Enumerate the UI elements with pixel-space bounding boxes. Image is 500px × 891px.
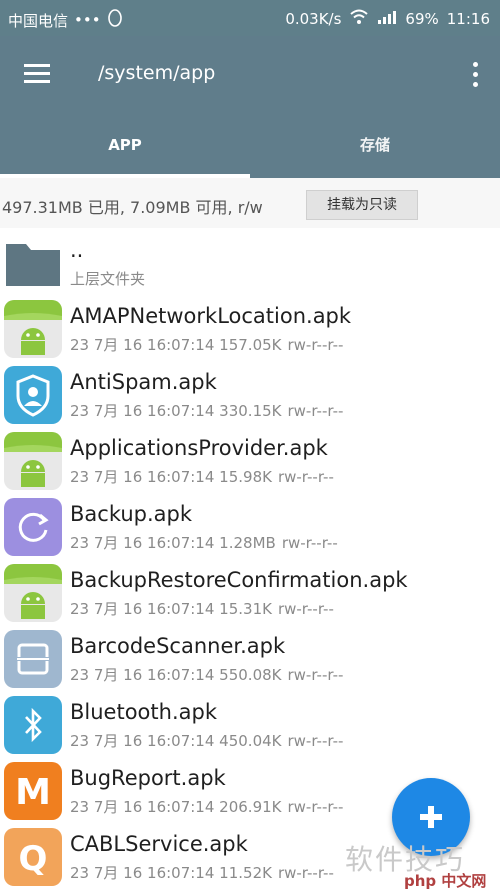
file-size: 550.08K <box>219 666 282 684</box>
backup-refresh-icon <box>4 498 62 556</box>
file-meta: 23 7月 16 16:07:14 11.52K rw-r--r-- <box>70 862 334 883</box>
wifi-icon <box>349 9 369 29</box>
carrier-label: 中国电信 <box>8 11 69 30</box>
list-item[interactable]: AntiSpam.apk 23 7月 16 16:07:14 330.15K rw… <box>0 362 500 428</box>
file-name: ApplicationsProvider.apk <box>70 436 328 460</box>
mount-readonly-button[interactable]: 挂载为只读 <box>306 190 418 220</box>
storage-info-bar: 497.31MB 已用, 7.09MB 可用, r/w 挂载为只读 <box>0 178 500 228</box>
file-date: 23 7月 16 16:07:14 <box>70 402 215 420</box>
tab-storage[interactable]: 存储 <box>250 112 500 178</box>
file-permissions: rw-r--r-- <box>277 468 334 486</box>
more-vert-icon[interactable] <box>468 60 482 90</box>
file-size: 330.15K <box>219 402 282 420</box>
file-name: Backup.apk <box>70 502 193 526</box>
clock: 11:16 <box>446 10 490 28</box>
app-toolbar: /system/app <box>0 36 500 112</box>
file-permissions: rw-r--r-- <box>277 600 334 618</box>
file-size: 15.31K <box>219 600 272 618</box>
current-path: /system/app <box>98 62 216 84</box>
list-item[interactable]: AMAPNetworkLocation.apk 23 7月 16 16:07:1… <box>0 296 500 362</box>
parent-folder-subtitle: 上层文件夹 <box>70 270 146 288</box>
notification-dots: ••• <box>74 11 101 29</box>
android-app-icon <box>4 300 62 358</box>
file-size: 450.04K <box>219 732 282 750</box>
file-date: 23 7月 16 16:07:14 <box>70 864 215 882</box>
file-date: 23 7月 16 16:07:14 <box>70 732 215 750</box>
bluetooth-icon <box>4 696 62 754</box>
barcode-scanner-icon <box>4 630 62 688</box>
shield-user-icon <box>4 366 62 424</box>
status-bar: 中国电信 ••• 0.03K/s 69% 11:16 <box>0 0 500 36</box>
file-date: 23 7月 16 16:07:14 <box>70 468 215 486</box>
file-date: 23 7月 16 16:07:14 <box>70 534 215 552</box>
cabl-service-icon: Q <box>4 828 62 886</box>
file-meta: 23 7月 16 16:07:14 157.05K rw-r--r-- <box>70 334 343 355</box>
parent-folder-name: .. <box>70 238 84 262</box>
file-size: 157.05K <box>219 336 282 354</box>
folder-icon <box>4 234 62 292</box>
file-size: 11.52K <box>219 864 272 882</box>
file-size: 206.91K <box>219 798 282 816</box>
cabl-service-icon-letter: Q <box>19 839 48 879</box>
file-size: 15.98K <box>219 468 272 486</box>
bug-report-icon: M <box>4 762 62 820</box>
file-meta: 23 7月 16 16:07:14 450.04K rw-r--r-- <box>70 730 343 751</box>
watermark-site: php 中文网 <box>404 872 487 890</box>
battery-label: 69% <box>405 10 439 28</box>
bug-report-icon-letter: M <box>15 772 51 813</box>
tab-bar: APP 存储 <box>0 112 500 178</box>
file-meta: 23 7月 16 16:07:14 1.28MB rw-r--r-- <box>70 532 338 553</box>
file-permissions: rw-r--r-- <box>287 732 344 750</box>
file-date: 23 7月 16 16:07:14 <box>70 600 215 618</box>
file-meta: 23 7月 16 16:07:14 206.91K rw-r--r-- <box>70 796 343 817</box>
file-permissions: rw-r--r-- <box>277 864 334 882</box>
signal-icon <box>377 9 397 29</box>
file-date: 23 7月 16 16:07:14 <box>70 798 215 816</box>
list-item[interactable]: ApplicationsProvider.apk 23 7月 16 16:07:… <box>0 428 500 494</box>
file-meta: 23 7月 16 16:07:14 15.31K rw-r--r-- <box>70 598 334 619</box>
file-name: AntiSpam.apk <box>70 370 217 394</box>
file-meta: 23 7月 16 16:07:14 15.98K rw-r--r-- <box>70 466 334 487</box>
file-permissions: rw-r--r-- <box>287 798 344 816</box>
file-name: BarcodeScanner.apk <box>70 634 286 658</box>
list-item[interactable]: Backup.apk 23 7月 16 16:07:14 1.28MB rw-r-… <box>0 494 500 560</box>
android-app-icon <box>4 564 62 622</box>
file-name: Bluetooth.apk <box>70 700 217 724</box>
file-date: 23 7月 16 16:07:14 <box>70 666 215 684</box>
file-meta: 23 7月 16 16:07:14 550.08K rw-r--r-- <box>70 664 343 685</box>
file-permissions: rw-r--r-- <box>287 666 344 684</box>
file-name: BackupRestoreConfirmation.apk <box>70 568 408 592</box>
android-app-icon <box>4 432 62 490</box>
list-item[interactable]: Bluetooth.apk 23 7月 16 16:07:14 450.04K r… <box>0 692 500 758</box>
file-date: 23 7月 16 16:07:14 <box>70 336 215 354</box>
storage-usage: 497.31MB 已用, 7.09MB 可用, r/w <box>2 198 263 217</box>
file-size: 1.28MB <box>219 534 276 552</box>
tab-app[interactable]: APP <box>0 112 250 178</box>
list-item[interactable]: BackupRestoreConfirmation.apk 23 7月 16 1… <box>0 560 500 626</box>
file-name: CABLService.apk <box>70 832 248 856</box>
file-meta: 23 7月 16 16:07:14 330.15K rw-r--r-- <box>70 400 343 421</box>
file-name: AMAPNetworkLocation.apk <box>70 304 352 328</box>
file-permissions: rw-r--r-- <box>287 402 344 420</box>
file-permissions: rw-r--r-- <box>287 336 344 354</box>
hamburger-menu-icon[interactable] <box>22 62 52 86</box>
file-name: BugReport.apk <box>70 766 226 790</box>
network-speed: 0.03K/s <box>285 10 342 28</box>
list-item[interactable]: BarcodeScanner.apk 23 7月 16 16:07:14 550… <box>0 626 500 692</box>
plus-icon-bar <box>420 814 442 820</box>
list-item-parent-folder[interactable]: .. 上层文件夹 <box>0 230 500 296</box>
file-permissions: rw-r--r-- <box>281 534 338 552</box>
qq-penguin-icon <box>107 9 123 31</box>
